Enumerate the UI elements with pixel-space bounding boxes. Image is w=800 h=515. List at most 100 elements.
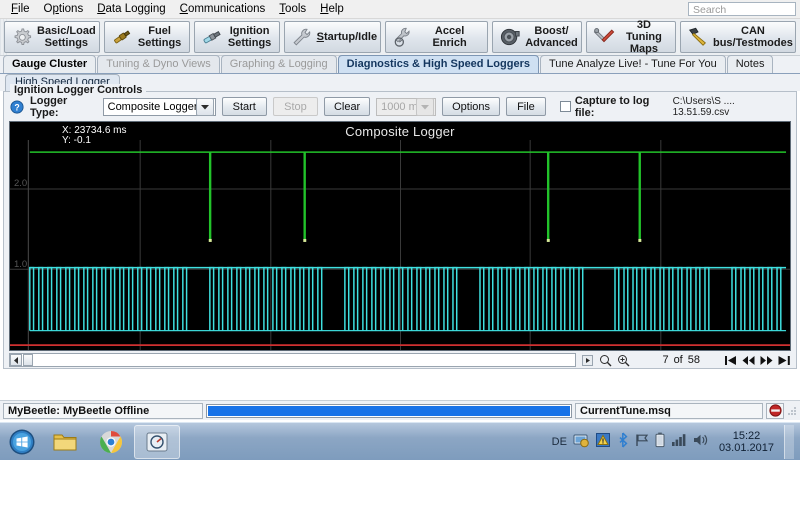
cursor-readout: X: 23734.6 ms Y: -0.1 [62, 126, 126, 146]
resize-grip[interactable] [787, 403, 797, 419]
signal-icon[interactable] [671, 433, 687, 450]
options-button[interactable]: Options [442, 97, 500, 116]
action-center-icon[interactable] [573, 432, 589, 451]
crossed-tools-icon [593, 26, 615, 48]
previous-page-icon[interactable] [742, 354, 755, 367]
first-page-icon[interactable] [724, 354, 737, 367]
tools-icon [392, 26, 414, 48]
gear-icon [11, 26, 33, 48]
y-axis-tick-1: 1.0 [14, 259, 27, 270]
main-tab-strip: Gauge ClusterTuning & Dyno ViewsGraphing… [0, 56, 800, 74]
taskbar-clock[interactable]: 15:22 03.01.2017 [715, 430, 778, 454]
menu-item-data-logging[interactable]: Data Logging [90, 1, 172, 17]
tab-tuning-dyno-views: Tuning & Dyno Views [97, 55, 220, 73]
chart-page-navigation: 7 of 58 [576, 354, 791, 367]
toolbar-button-3d-tuning[interactable]: 3D Tuning Maps [586, 21, 676, 53]
scrollbar-thumb[interactable] [23, 354, 33, 366]
interval-value: 1000 ms [377, 101, 416, 113]
windows-taskbar: DE [0, 422, 800, 460]
search-input[interactable]: Search [688, 2, 796, 16]
zoom-in-icon[interactable] [617, 354, 630, 367]
last-page-icon[interactable] [778, 354, 791, 367]
tab-graphing-logging: Graphing & Logging [221, 55, 337, 73]
warning-icon[interactable] [595, 432, 611, 451]
cursor-y-value: Y: -0.1 [62, 135, 91, 146]
language-indicator[interactable]: DE [552, 436, 567, 448]
chevron-down-icon[interactable] [196, 98, 214, 116]
toolbar-button-accel-enrich[interactable]: Accel Enrich [385, 21, 488, 53]
flag-icon[interactable] [635, 433, 649, 450]
volume-icon[interactable] [693, 433, 709, 450]
toolbar-button-label: Ignition Settings [227, 25, 273, 49]
no-connection-icon[interactable] [766, 403, 784, 419]
capture-to-log-file-label: Capture to log file: [575, 95, 669, 119]
page-of-label: of [674, 354, 683, 366]
toolbar-button-label: Basic/Load Settings [37, 25, 96, 49]
chart-plot-area[interactable] [10, 140, 790, 350]
wrench-icon [291, 26, 313, 48]
battery-icon[interactable] [655, 432, 665, 451]
group-title: Ignition Logger Controls [10, 84, 146, 96]
menu-item-help[interactable]: Help [313, 1, 351, 17]
system-tray: DE [552, 425, 798, 459]
menu-bar: File Options Data Logging Communications… [0, 0, 800, 19]
next-page-icon[interactable] [760, 354, 773, 367]
scroll-left-button[interactable] [10, 354, 22, 366]
y-axis-tick-2: 2.0 [14, 178, 27, 189]
toolbar-button-boost[interactable]: Boost/ Advanced [492, 21, 582, 53]
stop-button: Stop [273, 97, 318, 116]
desktop-area [0, 460, 800, 515]
tune-file-name: CurrentTune.msq [575, 403, 763, 419]
main-toolbar: Basic/Load Settings Fuel Settings Ignition… [0, 19, 800, 56]
logger-type-label: Logger Type: [30, 95, 97, 119]
logger-type-select[interactable]: Composite Logger [103, 98, 216, 116]
menu-item-file[interactable]: File [4, 1, 37, 17]
tab-notes[interactable]: Notes [727, 55, 774, 73]
menu-item-communications[interactable]: Communications [173, 1, 273, 17]
windows-start-icon[interactable] [2, 425, 42, 459]
injector-icon [111, 26, 133, 48]
taskbar-app-tunerstudio[interactable] [134, 425, 180, 459]
hammer-icon [687, 26, 709, 48]
capture-to-log-file-checkbox[interactable] [560, 101, 571, 112]
tab-gauge-cluster[interactable]: Gauge Cluster [3, 55, 96, 73]
menu-item-tools[interactable]: Tools [272, 1, 313, 17]
page-total: 58 [688, 354, 700, 366]
turbo-icon [499, 26, 521, 48]
start-button[interactable]: Start [222, 97, 267, 116]
help-icon[interactable]: ? [10, 100, 24, 114]
toolbar-button-ignition[interactable]: Ignition Settings [194, 21, 280, 53]
logger-type-value: Composite Logger [104, 101, 196, 113]
page-current: 7 [662, 354, 668, 366]
tab-diagnostics-high-speed-loggers[interactable]: Diagnostics & High Speed Loggers [338, 55, 539, 73]
bluetooth-icon[interactable] [617, 432, 629, 451]
clock-time: 15:22 [733, 430, 761, 442]
application-window: File Options Data Logging Communications… [0, 0, 800, 515]
taskbar-app-explorer[interactable] [42, 425, 88, 459]
toolbar-button-startup-idle[interactable]: Startup/Idle [284, 21, 381, 53]
capture-log-file-path: C:\Users\S .... 13.51.59.csv [673, 96, 790, 118]
scroll-right-button[interactable] [581, 354, 594, 367]
toolbar-button-fuel[interactable]: Fuel Settings [104, 21, 190, 53]
tab-tune-analyze-live-tune-for-you[interactable]: Tune Analyze Live! - Tune For You [540, 55, 726, 73]
toolbar-button-can[interactable]: CAN bus/Testmodes [680, 21, 796, 53]
toolbar-button-label: Fuel Settings [137, 25, 183, 49]
menu-item-options[interactable]: Options [37, 1, 91, 17]
svg-text:?: ? [14, 102, 19, 112]
clear-button[interactable]: Clear [324, 97, 370, 116]
composite-logger-chart[interactable]: Composite Logger X: 23734.6 ms Y: -0.1 2… [9, 121, 791, 351]
toolbar-button-label: 3D Tuning Maps [619, 19, 669, 55]
status-bar: MyBeetle: MyBeetle Offline CurrentTune.m… [0, 400, 800, 420]
progress-bar-fill [208, 406, 570, 416]
chart-navigation-bar: 7 of 58 [9, 352, 791, 368]
zoom-out-icon[interactable] [599, 354, 612, 367]
toolbar-button-basic-load[interactable]: Basic/Load Settings [4, 21, 100, 53]
toolbar-button-label: Accel Enrich [418, 25, 481, 49]
taskbar-app-chrome[interactable] [88, 425, 134, 459]
chart-horizontal-scrollbar[interactable] [9, 353, 576, 367]
ignition-logger-controls-group: Ignition Logger Controls ? Logger Type: … [3, 91, 797, 369]
toolbar-button-label: Boost/ Advanced [525, 25, 578, 49]
chart-title: Composite Logger [10, 124, 790, 139]
show-desktop-button[interactable] [784, 425, 794, 459]
file-button[interactable]: File [506, 97, 546, 116]
